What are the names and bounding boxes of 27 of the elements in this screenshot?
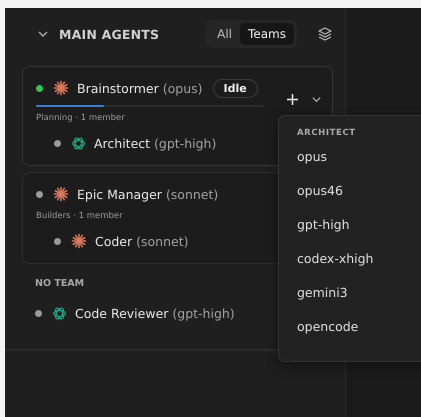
- agent-name[interactable]: Architect (gpt-high): [94, 136, 216, 150]
- knot-icon: [71, 136, 86, 150]
- starburst-icon: [71, 233, 87, 249]
- section-label: NO TEAM: [34, 277, 86, 289]
- starburst-icon: [53, 186, 69, 202]
- starburst-icon: [53, 80, 69, 96]
- menu-item[interactable]: gpt-high: [297, 216, 421, 250]
- view-tab[interactable]: Teams: [240, 23, 294, 45]
- section-title: MAIN AGENTS: [59, 26, 160, 42]
- team-subtitle: Builders · 1 member: [36, 211, 124, 221]
- menu-item[interactable]: gemini3: [297, 284, 421, 318]
- menu-title: ARCHITECT: [297, 128, 357, 138]
- menu-item[interactable]: opus46: [297, 182, 421, 216]
- agent-name[interactable]: Brainstormer (opus): [77, 80, 203, 96]
- layers-icon[interactable]: [317, 26, 333, 42]
- menu-item[interactable]: codex-xhigh: [297, 250, 421, 284]
- knot-icon: [52, 306, 67, 320]
- status-badge: Idle: [212, 78, 258, 98]
- view-tab[interactable]: All: [209, 23, 240, 45]
- chevron-icon[interactable]: [311, 94, 322, 105]
- agent-name[interactable]: Coder (sonnet): [95, 234, 188, 248]
- add-icon[interactable]: [286, 93, 299, 106]
- team-subtitle: Planning · 1 member: [36, 113, 126, 123]
- agent-name[interactable]: Code Reviewer (gpt-high): [75, 306, 235, 320]
- agent-name[interactable]: Epic Manager (sonnet): [77, 186, 218, 202]
- menu-item[interactable]: opencode: [297, 318, 421, 352]
- menu-item[interactable]: opus: [297, 148, 421, 182]
